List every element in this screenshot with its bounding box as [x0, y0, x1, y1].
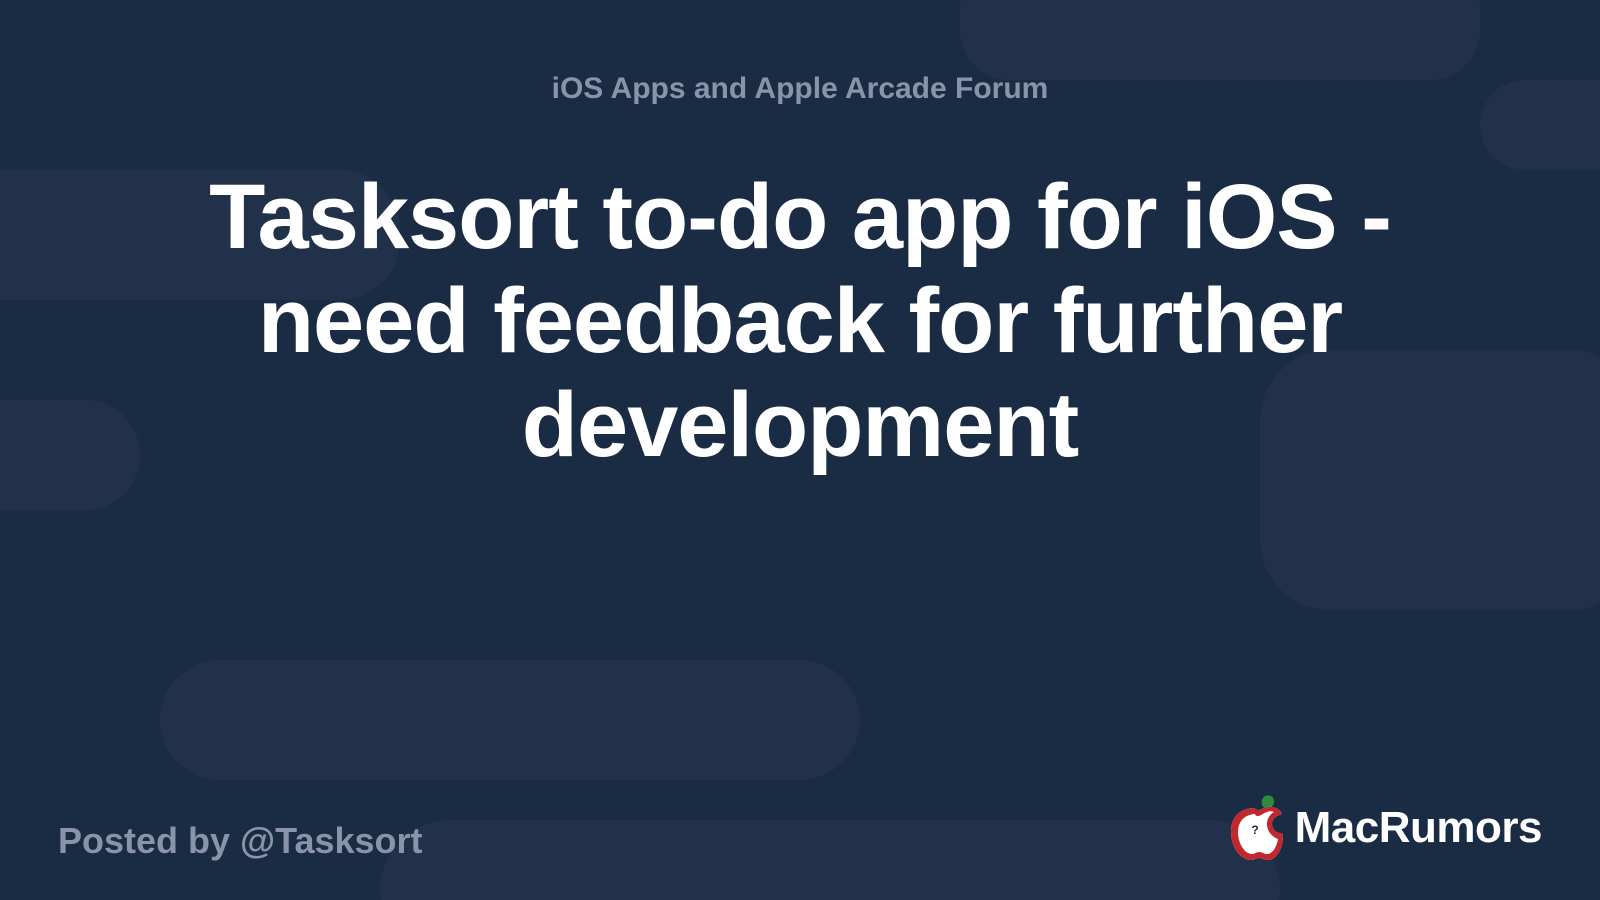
card-footer: Posted by @Tasksort ? MacRumors: [0, 794, 1600, 862]
posted-by-prefix: Posted by: [58, 820, 240, 861]
thread-title: Tasksort to-do app for iOS - need feedba…: [100, 166, 1500, 478]
posted-by: Posted by @Tasksort: [58, 820, 423, 862]
apple-icon: ?: [1225, 794, 1285, 862]
brand-name: MacRumors: [1295, 803, 1542, 853]
author-handle: @Tasksort: [240, 820, 423, 861]
brand-logo: ? MacRumors: [1225, 794, 1542, 862]
svg-text:?: ?: [1251, 823, 1258, 837]
forum-name: iOS Apps and Apple Arcade Forum: [552, 72, 1049, 106]
card-content: iOS Apps and Apple Arcade Forum Tasksort…: [0, 0, 1600, 900]
